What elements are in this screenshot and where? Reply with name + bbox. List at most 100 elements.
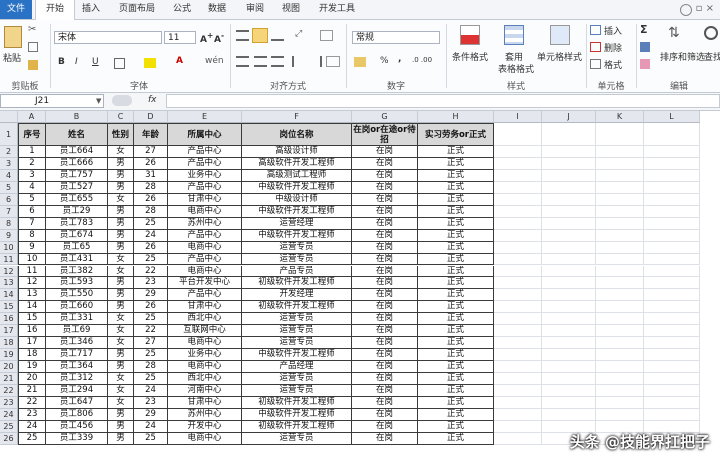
table-cell[interactable]: 22 bbox=[18, 396, 46, 409]
empty-cell[interactable] bbox=[644, 349, 700, 362]
table-cell[interactable]: 男 bbox=[108, 169, 134, 182]
table-cell[interactable]: 正式 bbox=[418, 337, 494, 350]
tab-page-layout[interactable]: 页面布局 bbox=[110, 0, 164, 19]
table-cell[interactable]: 电商中心 bbox=[168, 205, 242, 218]
table-cell[interactable]: 在岗 bbox=[352, 193, 418, 206]
increase-indent-icon[interactable] bbox=[309, 56, 322, 67]
column-header[interactable]: H bbox=[418, 111, 494, 123]
table-cell[interactable]: 正式 bbox=[418, 385, 494, 397]
empty-cell[interactable] bbox=[494, 349, 542, 362]
table-cell[interactable]: 女 bbox=[108, 337, 134, 350]
table-cell[interactable]: 业务中心 bbox=[168, 169, 242, 182]
table-cell[interactable]: 正式 bbox=[418, 241, 494, 254]
table-cell[interactable]: 中级软件开发工程师 bbox=[242, 181, 352, 194]
empty-cell[interactable] bbox=[542, 205, 596, 218]
table-cell[interactable]: 正式 bbox=[418, 396, 494, 409]
table-cell[interactable]: 甘肃中心 bbox=[168, 396, 242, 409]
row-header[interactable]: 2 bbox=[0, 146, 18, 158]
find-select-icon[interactable] bbox=[704, 26, 718, 40]
table-cell[interactable]: 平台开发中心 bbox=[168, 277, 242, 290]
find-select-label[interactable]: 查找 bbox=[704, 50, 720, 63]
font-name-select[interactable]: 宋体 bbox=[54, 31, 162, 44]
table-cell[interactable]: 在岗 bbox=[352, 146, 418, 158]
table-cell[interactable]: 5 bbox=[18, 193, 46, 206]
empty-cell[interactable] bbox=[644, 169, 700, 182]
table-cell[interactable]: 正式 bbox=[418, 217, 494, 230]
table-cell[interactable]: 25 bbox=[134, 373, 168, 385]
table-cell[interactable]: 26 bbox=[134, 193, 168, 206]
empty-cell[interactable] bbox=[542, 265, 596, 278]
table-cell[interactable]: 25 bbox=[134, 253, 168, 266]
table-cell[interactable]: 员工65 bbox=[46, 241, 108, 254]
currency-icon[interactable] bbox=[354, 57, 366, 67]
row-header[interactable]: 26 bbox=[0, 432, 18, 445]
align-top-icon[interactable] bbox=[236, 30, 249, 41]
table-cell[interactable]: 男 bbox=[108, 361, 134, 374]
row-header[interactable]: 23 bbox=[0, 396, 18, 409]
cut-icon[interactable]: ✂ bbox=[28, 25, 38, 35]
empty-cell[interactable] bbox=[494, 229, 542, 242]
table-cell[interactable]: 产品中心 bbox=[168, 146, 242, 158]
empty-cell[interactable] bbox=[644, 241, 700, 254]
table-cell[interactable]: 在岗 bbox=[352, 289, 418, 302]
insert-function-icon[interactable]: fx bbox=[148, 95, 157, 105]
table-cell[interactable]: 12 bbox=[18, 277, 46, 290]
row-header[interactable]: 22 bbox=[0, 385, 18, 397]
table-cell[interactable]: 10 bbox=[18, 253, 46, 266]
table-cell[interactable]: 员工339 bbox=[46, 432, 108, 445]
empty-cell[interactable] bbox=[596, 361, 644, 374]
empty-cell[interactable] bbox=[494, 181, 542, 194]
table-cell[interactable]: 在岗 bbox=[352, 229, 418, 242]
help-icon[interactable] bbox=[680, 4, 692, 16]
empty-cell[interactable] bbox=[596, 313, 644, 326]
table-cell[interactable]: 在岗 bbox=[352, 205, 418, 218]
table-cell[interactable]: 西北中心 bbox=[168, 313, 242, 326]
table-cell[interactable]: 女 bbox=[108, 193, 134, 206]
table-cell[interactable]: 在岗 bbox=[352, 396, 418, 409]
table-cell[interactable]: 电商中心 bbox=[168, 337, 242, 350]
empty-cell[interactable] bbox=[542, 123, 596, 146]
name-box-dropdown-icon[interactable]: ▼ bbox=[96, 97, 101, 105]
table-cell[interactable]: 25 bbox=[134, 217, 168, 230]
table-cell[interactable]: 2 bbox=[18, 157, 46, 170]
table-cell[interactable]: 正式 bbox=[418, 432, 494, 445]
formula-input[interactable] bbox=[166, 94, 720, 108]
empty-cell[interactable] bbox=[596, 241, 644, 254]
table-cell[interactable]: 正式 bbox=[418, 373, 494, 385]
table-cell[interactable]: 甘肃中心 bbox=[168, 193, 242, 206]
table-cell[interactable]: 产品中心 bbox=[168, 181, 242, 194]
empty-cell[interactable] bbox=[542, 396, 596, 409]
empty-cell[interactable] bbox=[596, 265, 644, 278]
empty-cell[interactable] bbox=[494, 361, 542, 374]
table-cell[interactable]: 苏州中心 bbox=[168, 217, 242, 230]
empty-cell[interactable] bbox=[596, 385, 644, 397]
table-cell[interactable]: 正式 bbox=[418, 181, 494, 194]
tab-review[interactable]: 审阅 bbox=[240, 0, 270, 19]
border-icon[interactable] bbox=[114, 58, 125, 69]
empty-cell[interactable] bbox=[542, 181, 596, 194]
decrease-indent-icon[interactable] bbox=[292, 56, 305, 67]
table-cell[interactable]: 男 bbox=[108, 157, 134, 170]
table-cell[interactable]: 互联网中心 bbox=[168, 325, 242, 338]
table-cell[interactable]: 28 bbox=[134, 361, 168, 374]
table-cell[interactable]: 19 bbox=[18, 361, 46, 374]
row-header[interactable]: 19 bbox=[0, 349, 18, 362]
column-header[interactable]: E bbox=[168, 111, 242, 123]
table-cell[interactable]: 初级软件开发工程师 bbox=[242, 277, 352, 290]
empty-cell[interactable] bbox=[644, 408, 700, 421]
table-cell[interactable]: 正式 bbox=[418, 146, 494, 158]
table-cell[interactable]: 27 bbox=[134, 146, 168, 158]
row-header[interactable]: 10 bbox=[0, 241, 18, 254]
empty-cell[interactable] bbox=[596, 181, 644, 194]
empty-cell[interactable] bbox=[644, 289, 700, 302]
empty-cell[interactable] bbox=[494, 408, 542, 421]
font-color-button[interactable]: A bbox=[176, 56, 183, 66]
empty-cell[interactable] bbox=[644, 337, 700, 350]
empty-cell[interactable] bbox=[542, 193, 596, 206]
empty-cell[interactable] bbox=[494, 301, 542, 314]
table-cell[interactable]: 24 bbox=[134, 229, 168, 242]
empty-cell[interactable] bbox=[644, 217, 700, 230]
table-cell[interactable]: 25 bbox=[18, 432, 46, 445]
table-cell[interactable]: 在岗 bbox=[352, 373, 418, 385]
align-right-icon[interactable] bbox=[271, 56, 284, 67]
